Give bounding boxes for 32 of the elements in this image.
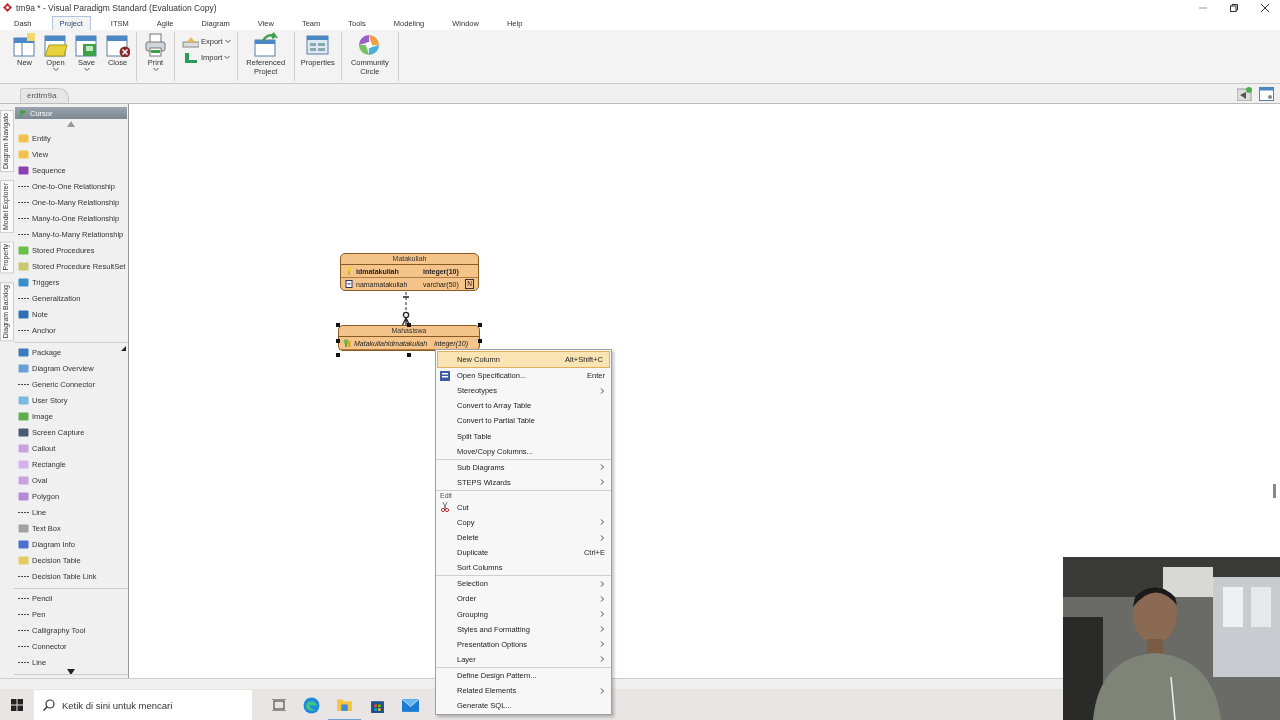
megaphone-icon[interactable] [1237, 87, 1253, 101]
folder-icon [336, 696, 353, 712]
specification-icon [440, 370, 450, 381]
window-title: tm9a * - Visual Paradigm Standard (Evaluation Copy) [16, 2, 217, 13]
selection-handle[interactable] [478, 323, 482, 327]
selection-handle[interactable] [336, 353, 340, 357]
scissors-icon [440, 502, 450, 513]
selection-handle[interactable] [336, 339, 340, 343]
flag-icon [20, 109, 27, 117]
column-icon [345, 280, 353, 288]
properties-icon [305, 32, 331, 57]
relationship-connector[interactable] [402, 292, 410, 325]
scroll-up-icon[interactable] [67, 121, 75, 127]
task-view-icon [271, 699, 286, 711]
browser-icon [303, 696, 320, 714]
scroll-thumb[interactable] [1273, 484, 1276, 498]
selection-handle[interactable] [407, 353, 411, 357]
key-icon [345, 267, 353, 275]
restore-icon [1229, 3, 1238, 12]
expand-triangle-icon[interactable] [121, 346, 126, 351]
scroll-down-icon[interactable] [67, 669, 75, 675]
close-icon [1260, 3, 1269, 12]
mail-icon [402, 698, 419, 712]
selection-handle[interactable] [478, 339, 482, 343]
window-settings-icon[interactable] [1259, 87, 1274, 101]
selection-handle[interactable] [407, 323, 411, 327]
search-field[interactable]: Ketik di sini untuk mencari [34, 690, 252, 720]
file-tab[interactable]: erdtm9a [20, 88, 70, 103]
app-logo-icon [3, 3, 12, 12]
selection-handle[interactable] [336, 323, 340, 327]
foreign-key-icon [343, 339, 351, 347]
four-squares-icon [11, 699, 23, 711]
